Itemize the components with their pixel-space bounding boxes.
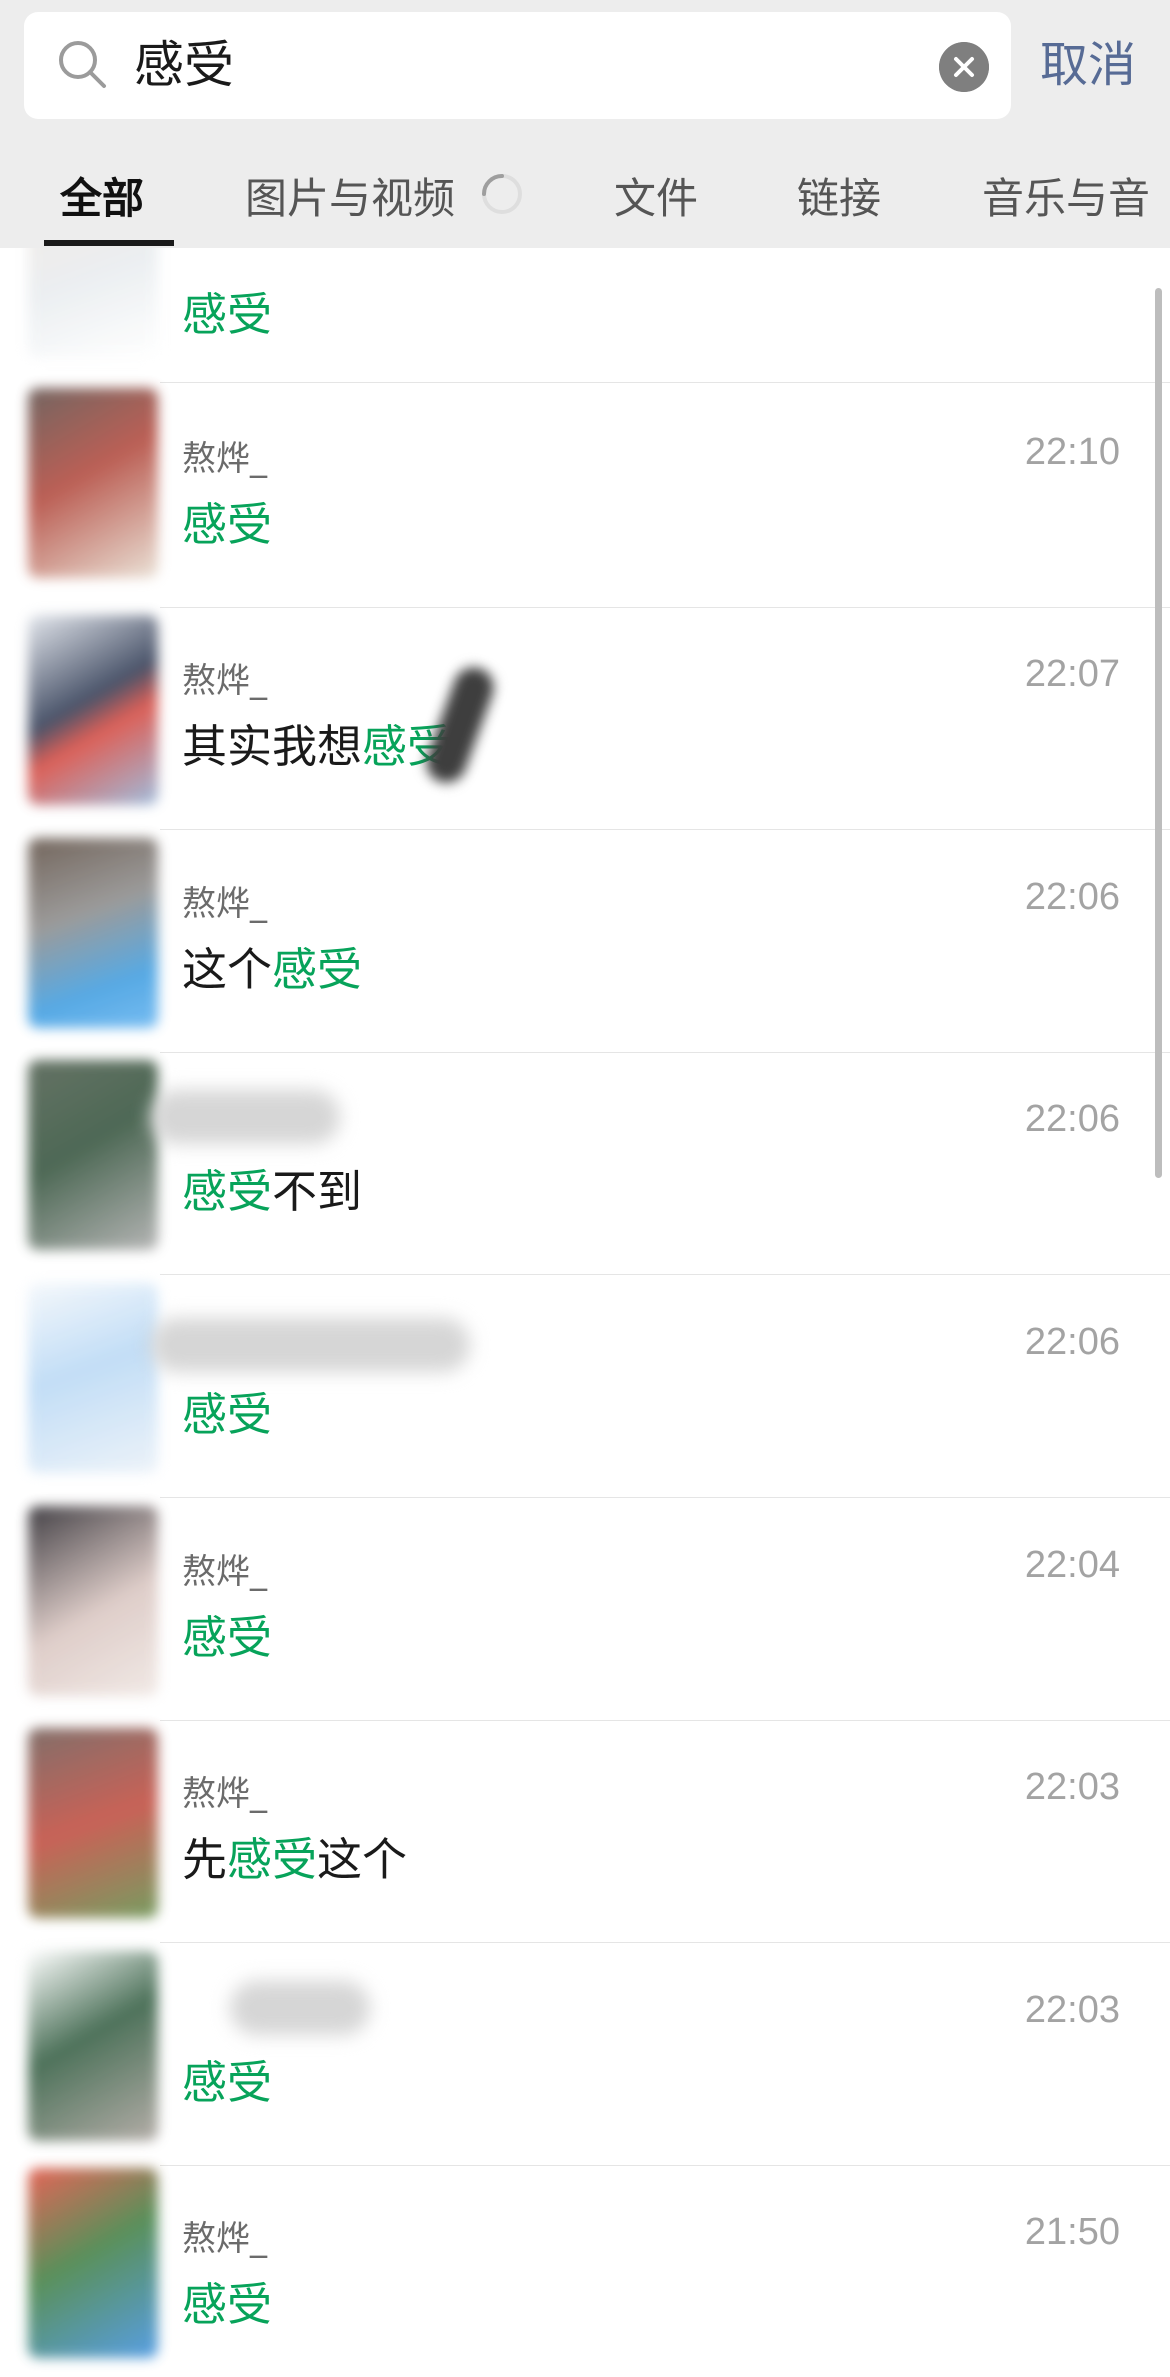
message-text: 其实我想感受 <box>182 720 453 773</box>
avatar <box>28 838 158 1028</box>
message-text: 这个感受 <box>182 943 363 996</box>
tab-music[interactable]: 音乐与音 <box>982 150 1150 248</box>
message-time: 22:06 <box>1024 876 1120 918</box>
avatar <box>28 1728 158 1918</box>
message-text: 先感受这个 <box>182 1833 408 1886</box>
message-time: 22:06 <box>1024 1098 1120 1140</box>
search-input[interactable]: 感受 <box>24 12 1011 119</box>
message-text: 感受不到 <box>182 1165 363 1218</box>
blurred-sender-name <box>230 1981 370 2035</box>
search-header: 感受 取消 全部 图片与视频 文件 链接 音乐与音 <box>0 0 1170 248</box>
search-icon <box>59 41 106 88</box>
search-results-list[interactable]: 感受 熬烨_ 22:10 感受 熬烨_ 22:07 其实我想感受 熬烨_ 22:… <box>0 248 1170 2377</box>
avatar <box>28 1506 158 1696</box>
filter-tabs: 全部 图片与视频 文件 链接 音乐与音 <box>0 150 1170 248</box>
list-item[interactable]: 熬烨_ 22:06 这个感受 <box>0 828 1170 1053</box>
avatar <box>28 1060 158 1250</box>
list-item[interactable]: 熬烨_ 22:10 感受 <box>0 383 1170 608</box>
list-item[interactable]: 熬烨_ 22:04 感受 <box>0 1496 1170 1721</box>
list-item[interactable]: 22:06 感受不到 <box>0 1050 1170 1275</box>
sender-name: 熬烨_ <box>182 661 267 701</box>
list-item[interactable]: 22:03 感受 <box>0 1941 1170 2166</box>
list-item[interactable]: 感受 <box>0 248 1170 383</box>
scrollbar[interactable] <box>1155 288 1162 1178</box>
message-text: 感受 <box>182 1611 273 1664</box>
clear-icon[interactable] <box>939 42 989 92</box>
avatar <box>28 388 158 578</box>
sender-name: 熬烨_ <box>182 439 267 479</box>
message-text: 感受 <box>182 2278 273 2331</box>
cancel-button[interactable]: 取消 <box>1040 12 1136 119</box>
message-time: 22:03 <box>1024 1766 1120 1808</box>
avatar <box>28 615 158 805</box>
message-time: 22:06 <box>1024 1321 1120 1363</box>
avatar <box>28 1951 158 2141</box>
tab-images-videos[interactable]: 图片与视频 <box>245 150 455 248</box>
list-item[interactable]: 熬烨_ 22:07 其实我想感受 <box>0 605 1170 830</box>
tab-all[interactable]: 全部 <box>60 150 144 248</box>
avatar <box>28 1283 158 1473</box>
message-text: 感受 <box>182 2056 273 2109</box>
avatar <box>28 2168 158 2358</box>
message-time: 22:07 <box>1024 653 1120 695</box>
sender-name: 熬烨_ <box>182 1552 267 1592</box>
list-item[interactable]: 22:06 感受 <box>0 1273 1170 1498</box>
blurred-sender-name <box>150 1318 470 1372</box>
loading-spinner-icon <box>482 174 522 214</box>
message-text: 感受 <box>182 1388 273 1441</box>
tab-files[interactable]: 文件 <box>614 150 698 248</box>
tab-links[interactable]: 链接 <box>797 150 881 248</box>
message-text: 感受 <box>182 498 273 551</box>
blurred-sender-name <box>150 1090 340 1144</box>
active-tab-indicator <box>44 240 174 246</box>
sender-name: 熬烨_ <box>182 1774 267 1814</box>
list-item[interactable]: 熬烨_ 21:50 感受 <box>0 2163 1170 2377</box>
avatar <box>28 248 158 358</box>
search-query-text[interactable]: 感受 <box>134 12 234 119</box>
message-time: 22:03 <box>1024 1989 1120 2031</box>
sender-name: 熬烨_ <box>182 2219 267 2259</box>
message-time: 22:10 <box>1024 431 1120 473</box>
message-time: 22:04 <box>1024 1544 1120 1586</box>
sender-name: 熬烨_ <box>182 884 267 924</box>
message-text: 感受 <box>182 288 273 341</box>
message-time: 21:50 <box>1024 2211 1120 2253</box>
list-item[interactable]: 熬烨_ 22:03 先感受这个 <box>0 1718 1170 1943</box>
